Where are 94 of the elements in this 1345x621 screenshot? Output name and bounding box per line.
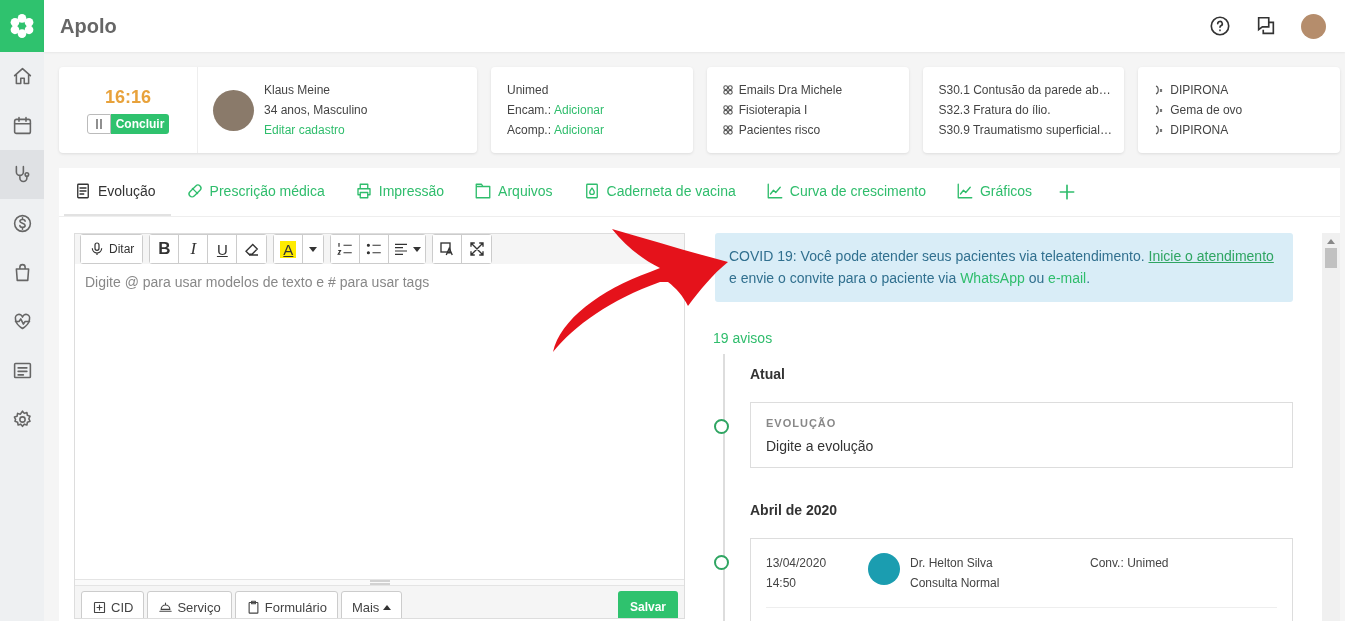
tab[interactable]: Prescrição médica [175, 168, 340, 216]
patient-details: 34 anos, Masculino [264, 103, 368, 117]
resize-handle-icon[interactable] [369, 580, 390, 585]
sidebar-item[interactable] [0, 150, 44, 199]
plus-square-icon [92, 599, 107, 615]
help-icon[interactable] [1209, 15, 1231, 37]
tab[interactable]: Caderneta de vacina [572, 168, 751, 216]
save-button[interactable]: Salvar [617, 591, 678, 618]
edit-profile-link[interactable]: Editar cadastro [264, 123, 368, 137]
folder-icon [474, 182, 493, 200]
line-chart-icon [765, 182, 784, 200]
calendar-icon [11, 115, 33, 136]
group-name: Emails Dra Michele [738, 83, 843, 97]
tab[interactable]: Evolução [64, 168, 171, 216]
allergy-name: DIPIRONA [1170, 83, 1229, 97]
allergy-name: Gema de ovo [1170, 103, 1243, 117]
bold-button[interactable]: B [150, 235, 180, 263]
group-icon [722, 85, 733, 95]
insurance-name: Unimed [507, 83, 550, 97]
visit-insurance: Conv.: Unimed [1090, 554, 1169, 572]
finish-button[interactable]: Concluir [110, 113, 170, 134]
toolbar-button[interactable]: Formulário [234, 591, 338, 618]
patient-name: Klaus Meine [264, 83, 332, 97]
add-link[interactable]: Adicionar [554, 123, 605, 137]
contact-link[interactable]: WhatsApp [960, 270, 1025, 287]
caret-icon [413, 246, 422, 252]
document-icon [74, 182, 92, 200]
caret-up-icon [383, 604, 392, 610]
diagnosis-text: S30.9 Traumatismo superficial… [938, 123, 1109, 137]
group-icon [722, 125, 733, 135]
group-name: Fisioterapia I [738, 103, 808, 117]
allergy-icon [1154, 105, 1165, 115]
section-heading: Atual [749, 364, 786, 384]
group-icon [722, 105, 733, 115]
dictate-button[interactable]: Ditar [81, 235, 143, 263]
list-card-icon [11, 360, 33, 381]
tab[interactable]: Impressão [344, 168, 460, 216]
text-editor[interactable]: Ditar B I U A Digite @ para usar modelos de texto e # para usar tags CID Serviço Formulário Mais Salvar [74, 233, 685, 619]
align-left-icon [393, 241, 410, 257]
ordered-list-button[interactable] [331, 235, 361, 263]
asterisk-logo-icon [9, 13, 35, 39]
section-heading: Abril de 2020 [749, 500, 839, 520]
visit-date: 13/04/2020 [766, 554, 828, 572]
diagnosis-text: S32.3 Fratura do ílio. [938, 103, 1052, 117]
timeline-marker [714, 554, 729, 570]
doctor-avatar [868, 552, 900, 585]
user-avatar[interactable] [1301, 13, 1326, 39]
pause-button[interactable] [86, 113, 111, 134]
microphone-icon [89, 241, 105, 257]
diagnosis-text: S30.1 Contusão da parede ab… [938, 83, 1109, 97]
allergy-name: DIPIRONA [1170, 123, 1229, 137]
allergy-icon [1154, 85, 1165, 95]
timer-text: 16:16 [104, 86, 151, 108]
doctor-name: Dr. Helton Silva [910, 554, 994, 572]
clipboard-icon [245, 599, 261, 615]
pill-icon [185, 182, 204, 200]
settings-icon [11, 409, 33, 430]
scrollbar[interactable] [1322, 233, 1340, 621]
start-session-link[interactable]: Inicie o atendimento [1148, 248, 1274, 264]
ordered-list-icon [336, 240, 355, 258]
field-label: Encam.: [507, 103, 551, 117]
expand-icon [467, 240, 486, 258]
tab[interactable]: Gráficos [945, 168, 1048, 216]
covid-notice: COVID 19: Você pode atender seus pacientes via teleatendimento. Inicie o atendimento e envie o convite para o paciente via WhatsApp ou e-mail. [715, 233, 1293, 302]
pause-icon [94, 118, 103, 129]
caret-icon [309, 246, 318, 252]
visit-type: Consulta Normal [910, 574, 1001, 592]
allergy-icon [1154, 125, 1165, 135]
template-button[interactable] [433, 235, 463, 263]
printer-icon [354, 182, 373, 200]
timeline-marker [714, 418, 729, 434]
evolution-card[interactable]: EVOLUÇÃO Digite a evolução [750, 401, 1293, 468]
highlight-button[interactable]: A [274, 235, 304, 263]
tab[interactable]: Curva de crescimento [755, 168, 941, 216]
notices-count-link[interactable]: 19 avisos [713, 329, 773, 346]
toolbar-button[interactable]: Mais [340, 591, 403, 618]
chat-windows-icon[interactable] [1255, 15, 1277, 37]
evolution-prompt: Digite a evolução [766, 437, 874, 454]
line-chart-icon [955, 182, 974, 200]
service-bell-icon [158, 599, 174, 615]
visit-time: 14:50 [766, 574, 798, 592]
home-icon [11, 66, 33, 87]
scrollbar-thumb[interactable] [1325, 248, 1337, 268]
tab[interactable]: Arquivos [464, 168, 568, 216]
add-link[interactable]: Adicionar [554, 103, 605, 117]
group-name: Pacientes risco [738, 123, 821, 137]
app-title: Apolo [60, 14, 118, 38]
field-label: Acomp.: [507, 123, 551, 137]
dollar-coin-icon [11, 213, 33, 234]
patient-avatar [213, 89, 254, 131]
scroll-up-icon[interactable] [1327, 239, 1335, 244]
card-label: EVOLUÇÃO [766, 416, 838, 429]
toolbar-button[interactable]: CID [81, 591, 145, 618]
toolbar-button[interactable]: Serviço [147, 591, 232, 618]
